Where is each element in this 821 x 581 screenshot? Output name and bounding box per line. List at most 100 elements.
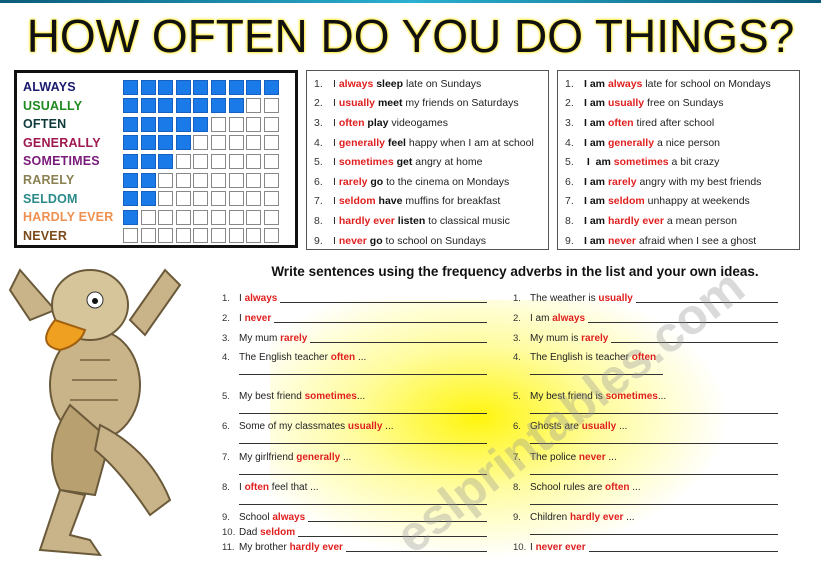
sentence-text: ... [616, 420, 628, 432]
answer-blank[interactable] [588, 543, 778, 552]
chart-row: GENERALLY [23, 135, 281, 151]
answer-line[interactable] [530, 474, 778, 475]
sentence-text: ... [657, 390, 667, 402]
empty-box [263, 172, 279, 188]
exercise-item: 4. The English teacher often ... [222, 350, 366, 364]
empty-box [246, 98, 262, 114]
item-number: 4. [314, 136, 323, 149]
verb: go [367, 175, 384, 188]
exercise-prompt: The weather is usually [530, 293, 633, 304]
exercise-item: 7. My girlfriend generally ... [222, 450, 351, 464]
sentence-text: ... [629, 481, 641, 493]
filled-box [140, 135, 156, 151]
answer-blank[interactable] [274, 314, 488, 323]
adverb: rarely [607, 175, 637, 188]
adverb: seldom [607, 195, 645, 208]
filled-box [140, 172, 156, 188]
verb: I am [584, 195, 608, 208]
sentence: I always sleep late on Sundays [333, 78, 481, 90]
answer-line[interactable] [239, 413, 487, 414]
item-number: 2. [314, 97, 323, 110]
adverb: always [244, 292, 278, 304]
answer-blank[interactable] [310, 334, 488, 343]
empty-box [263, 153, 279, 169]
sentence-text: My brother [239, 541, 290, 553]
sentence-text: ... [340, 451, 352, 463]
empty-box [263, 191, 279, 207]
empty-box [158, 209, 174, 225]
sentence-text: ... [355, 351, 367, 363]
empty-box [263, 209, 279, 225]
exercise-prompt: My girlfriend generally ... [239, 452, 351, 463]
example-sentence: 4. I generally feel happy when I am at sc… [307, 133, 548, 153]
item-number: 5. [513, 390, 521, 402]
adverb: usually [338, 97, 376, 110]
exercise-prompt: I always [239, 293, 277, 304]
filled-box [158, 79, 174, 95]
sentence-text: Children [530, 511, 571, 523]
empty-box [228, 191, 244, 207]
empty-box [210, 116, 226, 132]
verb: have [375, 195, 403, 208]
empty-box [158, 228, 174, 244]
exercise-prompt: My brother hardly ever [239, 542, 343, 553]
item-number: 3. [565, 116, 574, 129]
sentence-text: free on Sundays [644, 97, 724, 110]
chart-row: USUALLY [23, 98, 281, 114]
empty-box [175, 209, 191, 225]
filled-box [228, 98, 244, 114]
adverb: rarely [280, 332, 308, 344]
sentence: I sometimes get angry at home [333, 156, 482, 168]
sentence-text: Some of my classmates [239, 420, 348, 432]
sentence-text: The weather is [530, 292, 599, 304]
answer-line[interactable] [530, 534, 778, 535]
empty-box [210, 153, 226, 169]
adverb: seldom [260, 526, 296, 538]
exercise-prompt: School rules are often ... [530, 482, 641, 493]
empty-box [175, 191, 191, 207]
example-sentence: 8. I am hardly ever a mean person [558, 211, 799, 231]
filled-box [140, 79, 156, 95]
exercise-prompt: I never ever [530, 542, 586, 553]
sentence-text: ... [623, 511, 635, 523]
item-number: 5. [565, 156, 574, 169]
filled-box [123, 135, 138, 151]
adverb: often [330, 351, 356, 363]
item-number: 1. [222, 292, 230, 304]
filled-box [246, 79, 262, 95]
verb: listen [394, 214, 426, 227]
filled-box [175, 135, 191, 151]
sentence-text: a mean person [663, 214, 737, 227]
answer-line[interactable] [239, 374, 487, 375]
filled-box [158, 98, 174, 114]
adverb: hardly ever [338, 214, 395, 227]
verb: I am [584, 175, 608, 188]
adverb: always [607, 77, 643, 90]
adverb: hardly ever [570, 511, 624, 523]
answer-blank[interactable] [280, 294, 488, 303]
item-number: 1. [513, 292, 521, 304]
item-number: 11. [222, 541, 235, 553]
adverb: never [244, 312, 272, 324]
example-sentence: 4. I am generally a nice person [558, 133, 799, 153]
filled-box [123, 172, 138, 188]
adverb: generally [296, 451, 341, 463]
sentence: I seldom have muffins for breakfast [333, 195, 500, 207]
answer-line[interactable] [530, 504, 778, 505]
adverb: hardly ever [607, 214, 664, 227]
empty-box [228, 228, 244, 244]
filled-box [123, 79, 138, 95]
adverb: rarely [338, 175, 368, 188]
exercise-prompt: I never [239, 313, 271, 324]
chart-row: SELDOM [23, 191, 281, 207]
empty-box [193, 209, 209, 225]
example-sentence: 9. I never go to school on Sundays [307, 231, 548, 251]
exercise-prompt: Children hardly ever ... [530, 512, 635, 523]
sentence-text: to the cinema on Mondays [383, 175, 510, 188]
verb: get [393, 156, 413, 169]
sentence-text: to classical music [425, 214, 510, 227]
adverb: never [607, 234, 636, 247]
sentence: I often play videogames [333, 117, 448, 129]
filled-box [158, 116, 174, 132]
answer-line[interactable] [239, 443, 487, 444]
